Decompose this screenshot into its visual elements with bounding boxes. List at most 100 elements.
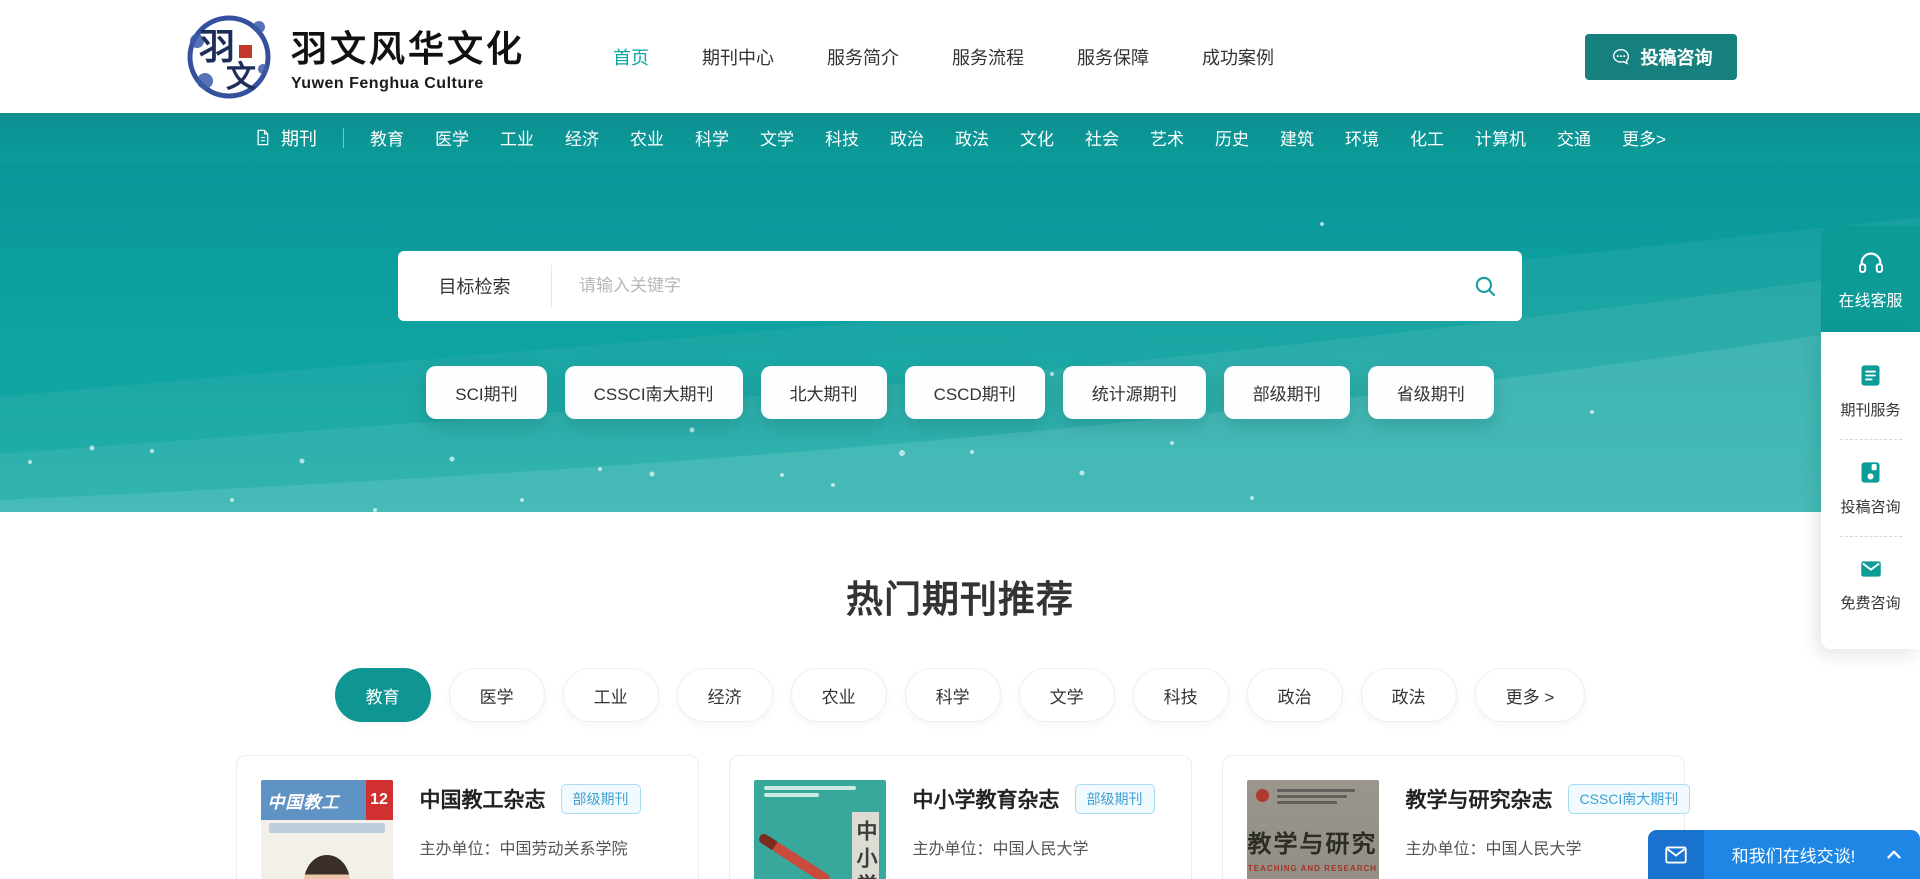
journal-filter-row: SCI期刊 CSSCI南大期刊 北大期刊 CSCD期刊 统计源期刊 部级期刊 省… <box>0 366 1920 419</box>
search-input[interactable] <box>552 251 1472 321</box>
filter-ministerial[interactable]: 部级期刊 <box>1224 366 1350 419</box>
submit-consult-button[interactable]: 投稿咨询 <box>1585 34 1737 80</box>
cat-politics[interactable]: 政治 <box>890 125 924 150</box>
tab-agriculture[interactable]: 农业 <box>791 668 887 722</box>
search-type-selector[interactable]: 目标检索 <box>398 273 551 299</box>
cat-law[interactable]: 政法 <box>955 125 989 150</box>
cat-computer[interactable]: 计算机 <box>1475 125 1526 150</box>
search-button[interactable] <box>1472 273 1498 299</box>
journal-sponsor-row: 主办单位：中国人民大学 <box>913 835 1155 859</box>
journal-cover-image: 中小学 <box>754 780 886 879</box>
online-service-button[interactable]: 在线客服 <box>1821 226 1920 332</box>
cat-architecture[interactable]: 建筑 <box>1280 125 1314 150</box>
journal-level-badge: 部级期刊 <box>561 784 641 814</box>
cover-title: 中小学 <box>850 820 880 879</box>
wave-background <box>0 162 1920 512</box>
cat-chemical[interactable]: 化工 <box>1410 125 1444 150</box>
brand-logo[interactable]: 羽 文 羽文风华文化 Yuwen Fenghua Culture <box>183 11 525 103</box>
sidebar-item-label: 期刊服务 <box>1840 399 1900 420</box>
nav-item-journal-center[interactable]: 期刊中心 <box>702 44 774 70</box>
journal-service-icon <box>1857 362 1884 389</box>
tab-law[interactable]: 政法 <box>1361 668 1457 722</box>
nav-item-service-intro[interactable]: 服务简介 <box>827 44 899 70</box>
brand-name: 羽文风华文化 <box>291 20 525 72</box>
cat-more-link[interactable]: 更多> <box>1622 125 1666 150</box>
category-bar: 期刊 教育 医学 工业 经济 农业 科学 文学 科技 政治 政法 文化 社会 艺… <box>0 113 1920 162</box>
journal-title[interactable]: 教学与研究杂志 <box>1406 784 1553 814</box>
tab-technology[interactable]: 科技 <box>1133 668 1229 722</box>
filter-cssci[interactable]: CSSCI南大期刊 <box>565 366 743 419</box>
cover-title: 中国教工 <box>261 780 366 820</box>
tab-literature[interactable]: 文学 <box>1019 668 1115 722</box>
cover-decor <box>764 793 819 797</box>
cat-science[interactable]: 科学 <box>695 125 729 150</box>
save-disk-icon <box>1857 459 1884 486</box>
journal-level-badge: CSSCI南大期刊 <box>1568 784 1691 814</box>
cover-brush-illustration <box>770 841 831 879</box>
cat-environment[interactable]: 环境 <box>1345 125 1379 150</box>
cover-decor <box>269 823 385 833</box>
filter-provincial[interactable]: 省级期刊 <box>1368 366 1494 419</box>
tab-science[interactable]: 科学 <box>905 668 1001 722</box>
cat-literature[interactable]: 文学 <box>760 125 794 150</box>
cat-industry[interactable]: 工业 <box>500 125 534 150</box>
cat-history[interactable]: 历史 <box>1215 125 1249 150</box>
online-service-label: 在线客服 <box>1838 287 1902 311</box>
nav-item-home[interactable]: 首页 <box>613 44 649 70</box>
journal-card-info: 中小学教育杂志 部级期刊 主办单位：中国人民大学 国际刊号：1001-2982 <box>913 780 1155 879</box>
cat-technology[interactable]: 科技 <box>825 125 859 150</box>
chat-with-us-bar[interactable]: 和我们在线交谈! <box>1648 830 1920 879</box>
hot-tabs: 教育 医学 工业 经济 农业 科学 文学 科技 政治 政法 更多 > <box>0 668 1920 722</box>
cat-society[interactable]: 社会 <box>1085 125 1119 150</box>
search-icon <box>1472 273 1498 299</box>
sidebar-item-free-consult[interactable]: 免费咨询 <box>1821 546 1920 623</box>
filter-statistic[interactable]: 统计源期刊 <box>1063 366 1206 419</box>
cat-economy[interactable]: 经济 <box>565 125 599 150</box>
sidebar-item-submission-consult[interactable]: 投稿咨询 <box>1821 449 1920 527</box>
filter-beida[interactable]: 北大期刊 <box>761 366 887 419</box>
sidebar-item-label: 免费咨询 <box>1840 592 1900 613</box>
tab-economy[interactable]: 经济 <box>677 668 773 722</box>
tab-medicine[interactable]: 医学 <box>449 668 545 722</box>
divider <box>1840 536 1902 537</box>
cover-title-strip: 中小学 <box>852 812 879 879</box>
journal-card[interactable]: 中国教工 12 中国教工杂志 部级期刊 主办单位：中国劳动关系学院 国际刊号：1… <box>236 755 699 879</box>
cover-seal <box>1256 789 1269 802</box>
journal-sponsor: 中国劳动关系学院 <box>500 841 628 858</box>
sidebar-item-journal-service[interactable]: 期刊服务 <box>1821 352 1920 430</box>
nav-item-service-guarantee[interactable]: 服务保障 <box>1077 44 1149 70</box>
tab-politics[interactable]: 政治 <box>1247 668 1343 722</box>
nav-item-success-cases[interactable]: 成功案例 <box>1202 44 1274 70</box>
cat-art[interactable]: 艺术 <box>1150 125 1184 150</box>
journal-cover-image: 中国教工 12 <box>261 780 393 879</box>
sidebar-menu: 期刊服务 投稿咨询 免费咨询 <box>1821 332 1920 649</box>
cat-education[interactable]: 教育 <box>370 125 404 150</box>
cover-title: 教学与研究 <box>1247 824 1379 859</box>
journal-card[interactable]: 中小学 中小学教育杂志 部级期刊 主办单位：中国人民大学 国际刊号：1001-2… <box>729 755 1192 879</box>
cover-issue-number: 12 <box>366 780 393 820</box>
tab-education[interactable]: 教育 <box>335 668 431 722</box>
headset-icon <box>1855 248 1887 278</box>
cat-medicine[interactable]: 医学 <box>435 125 469 150</box>
filter-sci[interactable]: SCI期刊 <box>426 366 546 419</box>
journal-title[interactable]: 中小学教育杂志 <box>913 784 1060 814</box>
tab-industry[interactable]: 工业 <box>563 668 659 722</box>
category-links: 教育 医学 工业 经济 农业 科学 文学 科技 政治 政法 文化 社会 艺术 历… <box>370 125 1666 150</box>
journal-sponsor: 中国人民大学 <box>1486 841 1582 858</box>
cat-culture[interactable]: 文化 <box>1020 125 1054 150</box>
main-nav: 首页 期刊中心 服务简介 服务流程 服务保障 成功案例 <box>613 44 1274 70</box>
cat-transport[interactable]: 交通 <box>1557 125 1591 150</box>
nav-item-service-process[interactable]: 服务流程 <box>952 44 1024 70</box>
cat-agriculture[interactable]: 农业 <box>630 125 664 150</box>
tab-more[interactable]: 更多 > <box>1475 668 1586 722</box>
journal-level-badge: 部级期刊 <box>1075 784 1155 814</box>
sidebar-item-label: 投稿咨询 <box>1840 496 1900 517</box>
filter-cscd[interactable]: CSCD期刊 <box>905 366 1045 419</box>
journal-sponsor-row: 主办单位：中国人民大学 <box>1406 835 1660 859</box>
journal-home-link[interactable]: 期刊 <box>253 125 317 151</box>
journal-card[interactable]: 教学与研究 TEACHING AND RESEARCH 教学与研究杂志 CSSC… <box>1222 755 1685 879</box>
journal-sponsor-row: 主办单位：中国劳动关系学院 <box>420 835 641 859</box>
journal-title[interactable]: 中国教工杂志 <box>420 784 546 814</box>
journal-card-info: 中国教工杂志 部级期刊 主办单位：中国劳动关系学院 国际刊号：1004-1362 <box>420 780 641 879</box>
chevron-up-icon[interactable] <box>1883 844 1905 866</box>
